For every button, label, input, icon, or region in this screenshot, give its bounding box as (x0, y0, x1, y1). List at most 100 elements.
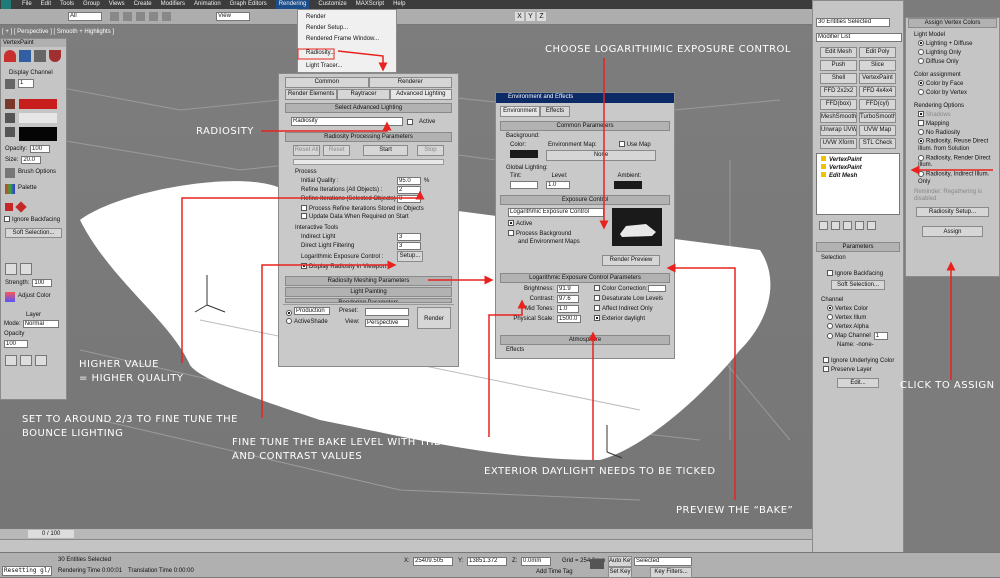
light-bulb-icon[interactable] (821, 172, 826, 177)
menu-views[interactable]: Views (109, 0, 125, 9)
timeline[interactable]: 0 / 100 (0, 528, 812, 539)
meshsmooth-button[interactable]: MeshSmooth (820, 112, 857, 123)
select-region-icon[interactable] (123, 12, 132, 21)
midtones-input[interactable]: 1.0 (557, 305, 579, 313)
param-ignore-backfacing-checkbox[interactable] (827, 270, 833, 277)
menu-graph-editors[interactable]: Graph Editors (230, 0, 267, 9)
soft-selection-button[interactable]: Soft Selection... (5, 228, 62, 238)
uvw-xform-button[interactable]: UVW Xform (820, 138, 857, 149)
make-unique-icon[interactable] (843, 221, 852, 230)
radiosity-render-direct-radio[interactable] (918, 154, 924, 161)
eraser-icon[interactable] (5, 113, 15, 123)
size-input[interactable]: 20.0 (21, 156, 42, 164)
exposure-control-rollout[interactable]: Exposure Control (500, 195, 670, 205)
eraser-swatch[interactable] (19, 113, 57, 123)
preserve-layer-checkbox[interactable] (823, 366, 829, 373)
brush-options-label[interactable]: Brush Options (18, 168, 56, 178)
y-coordinate[interactable]: 13851.372 (467, 557, 507, 566)
shell-button[interactable]: Shell (820, 73, 857, 84)
color-by-face-radio[interactable] (918, 80, 924, 87)
shield-icon[interactable] (49, 50, 61, 62)
indirect-light-input[interactable]: 3 (397, 233, 421, 241)
delete-layer-icon[interactable] (35, 355, 47, 366)
turbosmooth-button[interactable]: TurboSmooth (859, 112, 896, 123)
menu-render-setup[interactable]: Render Setup... (298, 21, 396, 32)
vertexpaint-button[interactable]: VertexPaint (859, 73, 896, 84)
tint-swatch[interactable] (510, 181, 538, 189)
initial-quality-input[interactable]: 95.0 (397, 177, 421, 185)
env-map-button[interactable]: None (546, 150, 656, 161)
menu-group[interactable]: Group (83, 0, 100, 9)
modifier-list-dropdown[interactable]: Modifier List (816, 33, 902, 42)
selected-dropdown[interactable]: Selected (634, 557, 692, 566)
strength-input[interactable]: 100 (32, 279, 53, 287)
rotate-icon[interactable] (149, 12, 158, 21)
ffd-2x2x2-button[interactable]: FFD 2x2x2 (820, 86, 857, 97)
axis-x-icon[interactable]: X (515, 12, 524, 21)
app-logo-icon[interactable] (1, 0, 11, 9)
physical-scale-input[interactable]: 1500.0 (557, 315, 581, 323)
pick-color-icon[interactable] (34, 50, 46, 62)
vertex-color-radio[interactable] (827, 305, 833, 312)
menu-customize[interactable]: Customize (318, 0, 346, 9)
viewport-label[interactable]: [ + ] [ Perspective ] [ Smooth + Highlig… (2, 28, 114, 36)
mode-dropdown[interactable]: Normal (22, 320, 59, 328)
scale-icon[interactable] (162, 12, 171, 21)
view-dropdown-render[interactable]: Perspective (365, 319, 409, 327)
trackbar[interactable] (0, 539, 812, 552)
set-key-button[interactable]: Set Key (608, 567, 632, 578)
menu-file[interactable]: File (22, 0, 32, 9)
menu-help[interactable]: Help (393, 0, 405, 9)
common-params-rollout[interactable]: Common Parameters (500, 121, 670, 131)
ignore-backfacing-checkbox[interactable] (4, 216, 10, 223)
lighting-dropdown[interactable]: Radiosity (291, 117, 403, 126)
display-channel-input[interactable]: 1 (18, 79, 34, 88)
start-button[interactable]: Start (363, 145, 408, 156)
adjust-color-icon[interactable] (5, 292, 15, 302)
color-swatch[interactable] (19, 127, 57, 141)
render-button[interactable]: Render (417, 307, 451, 329)
edit-mesh-button[interactable]: Edit Mesh (820, 47, 857, 58)
selection-name-input[interactable]: 30 Entities Selected (816, 18, 890, 27)
parameters-rollout[interactable]: Parameters (816, 242, 900, 252)
stop-button[interactable]: Stop (416, 145, 444, 156)
palette-label[interactable]: Palette (18, 184, 37, 194)
selection-filter-dropdown[interactable]: All (68, 12, 102, 21)
new-layer-icon[interactable] (5, 355, 17, 366)
select-advanced-lighting-rollout[interactable]: Select Advanced Lighting (285, 103, 452, 113)
light-bulb-icon[interactable] (821, 164, 826, 169)
color-by-vertex-radio[interactable] (918, 89, 924, 96)
assign-vertex-colors-header[interactable]: Assign Vertex Colors (908, 18, 997, 28)
ffd-cyl-button[interactable]: FFD(cyl) (859, 99, 896, 110)
palette-icon[interactable] (5, 184, 15, 194)
axis-z-icon[interactable]: Z (537, 12, 546, 21)
menu-modifiers[interactable]: Modifiers (161, 0, 185, 9)
x-coordinate[interactable]: 25409.505 (413, 557, 453, 566)
desaturate-checkbox[interactable] (594, 295, 600, 302)
select-icon[interactable] (110, 12, 119, 21)
paint-brush-icon[interactable] (5, 99, 15, 109)
color-cube-icon[interactable] (5, 203, 13, 211)
color-diamond-icon[interactable] (15, 201, 27, 213)
diffuse-only-radio[interactable] (918, 58, 924, 65)
axis-y-icon[interactable]: Y (526, 12, 535, 21)
tab-effects[interactable]: Effects (540, 106, 570, 117)
menu-tools[interactable]: Tools (60, 0, 74, 9)
process-refine-checkbox[interactable] (301, 205, 307, 212)
reset-all-button[interactable]: Reset All (293, 145, 321, 156)
use-map-checkbox[interactable] (618, 141, 625, 148)
reset-button[interactable]: Reset (323, 145, 351, 156)
key-filters-button[interactable]: Key Filters... (650, 567, 692, 578)
ignore-underlying-checkbox[interactable] (823, 357, 829, 364)
push-button[interactable]: Push (820, 60, 857, 71)
lighting-diffuse-radio[interactable] (918, 40, 924, 47)
production-radio[interactable] (286, 310, 292, 317)
vertex-alpha-radio[interactable] (827, 323, 833, 330)
bg-color-swatch[interactable] (510, 150, 538, 158)
radiosity-setup-button[interactable]: Radiosity Setup... (916, 206, 989, 217)
brush-options-icon[interactable] (5, 168, 15, 178)
frame-counter[interactable]: 0 / 100 (28, 530, 75, 538)
ffd-box-button[interactable]: FFD(box) (820, 99, 857, 110)
update-data-checkbox[interactable] (301, 213, 307, 220)
collapse-layer-icon[interactable] (20, 355, 32, 366)
